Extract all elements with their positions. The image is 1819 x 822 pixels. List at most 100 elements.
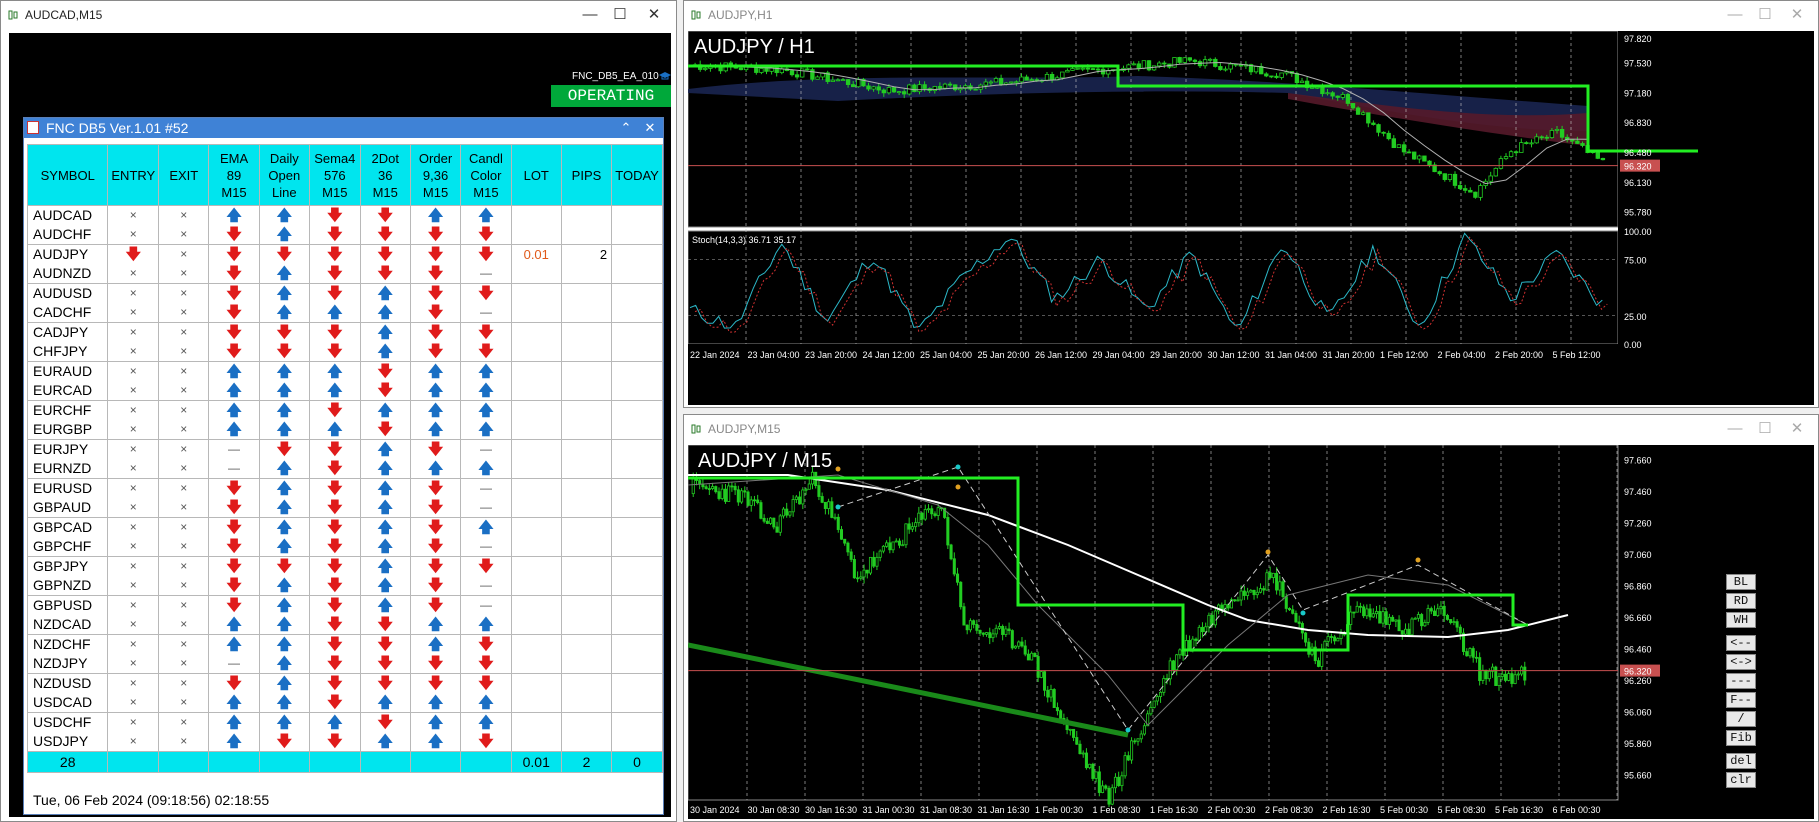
symbol-name[interactable]: EURNZD [33, 459, 107, 478]
symbol-name[interactable]: EURCHF [33, 401, 107, 420]
tool-button-4[interactable]: <-> [1726, 654, 1756, 670]
tool-button-5[interactable]: --- [1726, 673, 1756, 689]
order-cell: 🡇 🡇 [409, 517, 462, 557]
symbol-name[interactable]: GBPJPY [33, 557, 107, 576]
symbol-name[interactable]: AUDCHF [33, 225, 107, 244]
dashboard-titlebar[interactable]: FNC DB5 Ver.1.01 #52 ⌃ ✕ [24, 118, 663, 138]
symbol-name[interactable]: CADCHF [33, 303, 107, 322]
symbol-cell[interactable]: GBPCAD GBPCHF [26, 517, 109, 557]
cross-icon: × [129, 715, 137, 729]
tool-button-3[interactable]: <-- [1726, 635, 1756, 651]
symbol-name[interactable]: GBPCHF [33, 537, 107, 556]
candle [1171, 660, 1175, 671]
symbol-cell[interactable]: USDCHF USDJPY [26, 712, 109, 752]
candle [711, 486, 715, 490]
pivot-dot [835, 504, 841, 510]
symbol-cell[interactable]: CADJPY CHFJPY [26, 322, 109, 362]
minimize-button[interactable]: — [577, 5, 603, 25]
symbol-cell[interactable]: AUDUSD CADCHF [26, 283, 109, 323]
candle [1265, 572, 1269, 591]
candle [1278, 581, 1282, 591]
symbol-name[interactable]: NZDCAD [33, 615, 107, 634]
m15-chart[interactable]: 97.660 97.460 97.260 97.060 96.860 96.660 96.4… [688, 445, 1814, 819]
symbol-cell[interactable]: EURCHF EURGBP [26, 400, 109, 440]
time-tick-label: 31 Jan 04:00 [1265, 350, 1317, 360]
symbol-cell[interactable]: EURJPY EURNZD [26, 439, 109, 479]
candle [1429, 608, 1433, 612]
symbol-name[interactable]: NZDUSD [33, 674, 107, 693]
arrow-down-icon: 🡇 [427, 226, 444, 243]
graduation-cap-icon [659, 72, 671, 80]
minimize-button[interactable]: — [1722, 419, 1748, 439]
symbol-name[interactable]: USDJPY [33, 732, 107, 751]
symbol-cell[interactable]: EURAUD EURCAD [26, 361, 109, 401]
symbol-cell[interactable]: AUDCAD AUDCHF [26, 205, 109, 245]
symbol-cell[interactable]: NZDCHF NZDJPY [26, 634, 109, 674]
tool-button-8[interactable]: Fib [1726, 730, 1756, 746]
symbol-name[interactable]: EURGBP [33, 420, 107, 439]
symbol-name[interactable]: USDCHF [33, 713, 107, 732]
symbol-name[interactable]: NZDJPY [33, 654, 107, 673]
symbol-name[interactable]: CHFJPY [33, 342, 107, 361]
arrow-up-icon: 🡅 [226, 636, 242, 653]
symbol-cell[interactable]: NZDUSD USDCAD [26, 673, 109, 713]
tool-button-2[interactable]: WH [1726, 612, 1756, 628]
symbol-name[interactable]: NZDCHF [33, 635, 107, 654]
maximize-button[interactable]: ☐ [1752, 5, 1778, 25]
candle-cell: 🡅 🡇 [460, 712, 512, 752]
tool-button-10[interactable]: clr [1726, 772, 1756, 788]
window-titlebar[interactable]: AUDCAD,M15 — ☐ ✕ [1, 1, 676, 29]
h1-chart[interactable]: 97.820 97.530 97.180 96.830 96.480 96.130 95.7… [688, 31, 1814, 405]
price-tick-label: 95.660 [1624, 771, 1652, 781]
symbol-name[interactable]: CADJPY [33, 323, 107, 342]
symbol-name[interactable]: AUDCAD [33, 206, 107, 225]
candle [1433, 610, 1437, 617]
tool-button-1[interactable]: RD [1726, 593, 1756, 609]
symbol-cell[interactable]: AUDJPY AUDNZD [26, 244, 109, 284]
cross-icon: × [129, 461, 137, 475]
daily-cell: 🡅 🡇 [258, 712, 310, 752]
price-tick-label: 96.460 [1624, 645, 1652, 655]
stoch-label: Stoch(14,3,3) 36.71 35.17 [692, 235, 796, 245]
symbol-name[interactable]: USDCAD [33, 693, 107, 712]
symbol-name[interactable]: GBPAUD [33, 498, 107, 517]
close-button[interactable]: ✕ [1784, 419, 1810, 439]
symbol-cell[interactable]: GBPJPY GBPNZD [26, 556, 109, 596]
maximize-button[interactable]: ☐ [607, 5, 633, 25]
window-titlebar[interactable]: AUDJPY,M15 — ☐ ✕ [684, 415, 1818, 443]
maximize-button[interactable]: ☐ [1752, 419, 1778, 439]
symbol-cell[interactable]: EURUSD GBPAUD [26, 478, 109, 518]
candle [1580, 143, 1585, 146]
tool-button-6[interactable]: F-- [1726, 692, 1756, 708]
lot-value [512, 420, 561, 439]
symbol-name[interactable]: GBPNZD [33, 576, 107, 595]
dashboard-close-button[interactable]: ✕ [640, 118, 660, 138]
symbol-name[interactable]: GBPCAD [33, 518, 107, 537]
close-button[interactable]: ✕ [641, 5, 667, 25]
tool-button-0[interactable]: BL [1726, 574, 1756, 590]
tool-button-9[interactable]: del [1726, 753, 1756, 769]
symbol-name[interactable]: EURUSD [33, 479, 107, 498]
candle [1449, 619, 1453, 624]
column-header-text: 89 [226, 167, 242, 183]
chart-area-audcad[interactable]: FNC_DB5_EA_010 OPERATING FNC DB5 Ver.1.0… [9, 33, 671, 817]
symbol-cell[interactable]: GBPUSD NZDCAD [26, 595, 109, 635]
cross-icon: × [129, 559, 137, 573]
pips-value [562, 225, 611, 244]
candle [1358, 605, 1362, 608]
symbol-name[interactable]: AUDJPY [33, 245, 107, 264]
candle [1339, 633, 1343, 639]
tool-button-7[interactable]: / [1726, 711, 1756, 727]
collapse-button[interactable]: ⌃ [616, 118, 636, 138]
candle-cell: 🡅 🡇 [460, 205, 512, 245]
symbol-name[interactable]: GBPUSD [33, 596, 107, 615]
symbol-name[interactable]: EURJPY [33, 440, 107, 459]
symbol-name[interactable]: EURCAD [33, 381, 107, 400]
arrow-up-icon: 🡅 [226, 714, 242, 731]
symbol-name[interactable]: AUDUSD [33, 284, 107, 303]
window-titlebar[interactable]: AUDJPY,H1 — ☐ ✕ [684, 1, 1818, 29]
close-button[interactable]: ✕ [1784, 5, 1810, 25]
minimize-button[interactable]: — [1722, 5, 1748, 25]
symbol-name[interactable]: EURAUD [33, 362, 107, 381]
symbol-name[interactable]: AUDNZD [33, 264, 107, 283]
